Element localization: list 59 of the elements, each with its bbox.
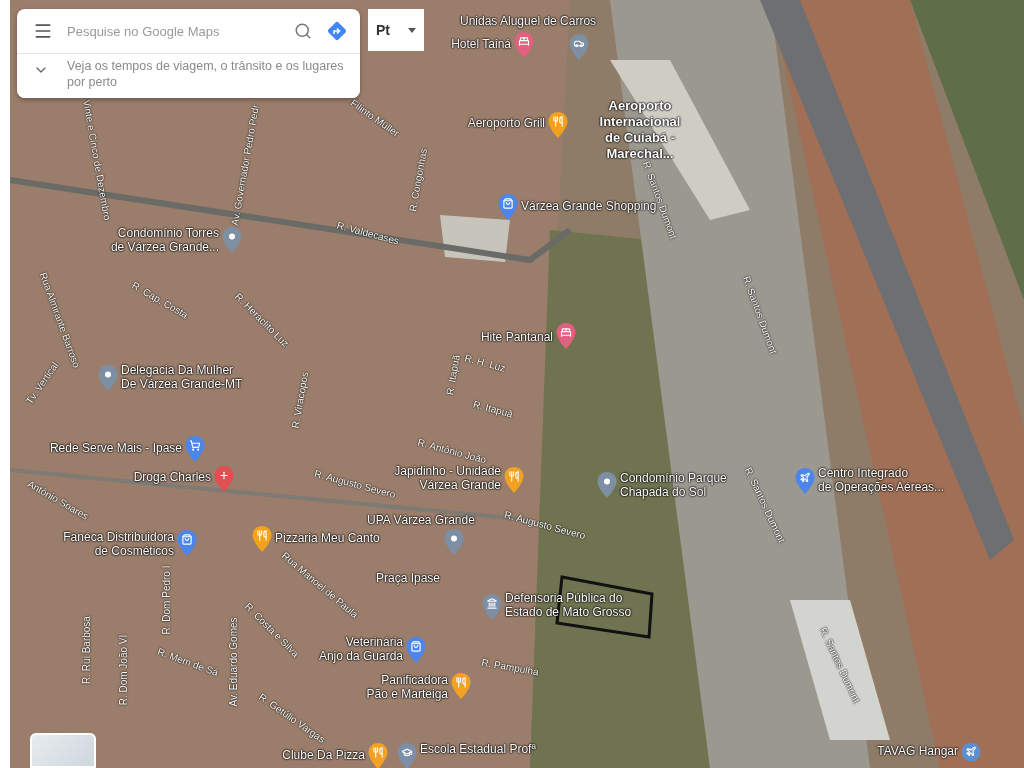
plane-circle-icon[interactable]	[961, 742, 981, 762]
bed-pin-icon[interactable]	[556, 323, 576, 349]
place-label[interactable]: UPA Várzea Grande	[367, 513, 475, 527]
fork-knife-pin-icon[interactable]	[451, 673, 471, 699]
street-label: R. Itapuã	[471, 398, 515, 420]
street-label: Av. Eduardo Gomes	[227, 617, 239, 707]
place-label[interactable]: Rede Serve Mais - Ipase	[49, 441, 182, 455]
bed-pin-icon[interactable]	[514, 32, 534, 58]
dot-pin-icon[interactable]	[444, 529, 464, 555]
dot-pin-icon[interactable]	[597, 472, 617, 498]
place-label[interactable]: Droga Charles	[133, 470, 211, 484]
graduation-cap-pin-icon[interactable]	[397, 743, 417, 768]
fork-knife-pin-icon[interactable]	[368, 743, 388, 768]
place-label[interactable]: Aeroporto Grill	[467, 116, 545, 130]
cross-pin-icon[interactable]	[214, 466, 234, 492]
place-label[interactable]: Hite Pantanal	[480, 330, 553, 344]
street-label: R. Dom João VI	[117, 634, 129, 706]
place-label[interactable]: Pizzaria Meu Canto	[275, 531, 380, 545]
place-label[interactable]: Japidinho - Unidade Várzea Grande	[394, 464, 501, 492]
plane-pin-icon[interactable]	[795, 468, 815, 494]
street-label: R. Rui Barbosa	[80, 616, 92, 684]
travel-info-expander[interactable]: Veja os tempos de viagem, o trânsito e os lugares por perto	[17, 54, 360, 98]
street-label: R. Santos Dumont	[740, 274, 780, 356]
building-columns-pin-icon[interactable]	[482, 594, 502, 620]
place-label[interactable]: Veterinária Anjo da Guarda	[318, 635, 403, 663]
place-label[interactable]: Delegacia Da Mulher De Várzea Grande-MT	[121, 363, 243, 391]
place-label[interactable]: Panificadora Pão e Marteiga	[366, 673, 448, 701]
place-label[interactable]: Unidas Aluguel de Carros	[460, 14, 597, 28]
street-label: R. Congonhas	[407, 147, 429, 213]
place-label[interactable]: Escola Estadual Profª	[420, 742, 536, 756]
place-label[interactable]: Hotel Tainá	[451, 37, 511, 51]
street-label: R. Mem de Sá	[156, 645, 220, 679]
place-label[interactable]: TAVAG Hangar	[877, 744, 958, 758]
language-dropdown[interactable]: Pt	[368, 9, 424, 51]
street-label: R. Augusto Severo	[503, 508, 587, 542]
street-label: R. Viracopos	[289, 370, 311, 430]
street-label: Av. Governador Pedro Pedr	[228, 103, 262, 227]
place-label[interactable]: Condomínio Torres de Várzea Grande...	[110, 226, 219, 254]
street-label: R. Antônio João	[416, 436, 488, 466]
place-label[interactable]: Fanéca Distribuidora de Cosméticos	[63, 530, 174, 558]
fork-knife-pin-icon[interactable]	[252, 526, 272, 552]
street-label: R. Dom Pedro I	[160, 565, 172, 635]
street-label: Vinte e Cinco de Dezembro	[81, 98, 113, 222]
shopping-bag-pin-icon[interactable]	[177, 530, 197, 556]
cart-pin-icon[interactable]	[185, 436, 205, 462]
place-label[interactable]: Clube Da Pizza	[282, 748, 365, 762]
layer-thumbnail[interactable]	[30, 733, 96, 768]
place-label[interactable]: Centro Integrado de Operações Aéreas...	[818, 466, 945, 494]
street-label: R. Itapuã	[444, 354, 462, 396]
street-label: R. H. Luz	[463, 352, 507, 374]
place-label[interactable]: Praça Ipase	[376, 571, 441, 585]
shopping-bag-pin-icon[interactable]	[406, 637, 426, 663]
fork-knife-pin-icon[interactable]	[548, 112, 568, 138]
fork-knife-pin-icon[interactable]	[504, 467, 524, 493]
street-label: R. Pampulha	[480, 656, 540, 678]
dot-pin-icon[interactable]	[222, 227, 242, 253]
car-pin-icon[interactable]	[569, 34, 589, 60]
shopping-bag-pin-icon[interactable]	[498, 194, 518, 220]
dot-pin-icon[interactable]	[98, 365, 118, 391]
